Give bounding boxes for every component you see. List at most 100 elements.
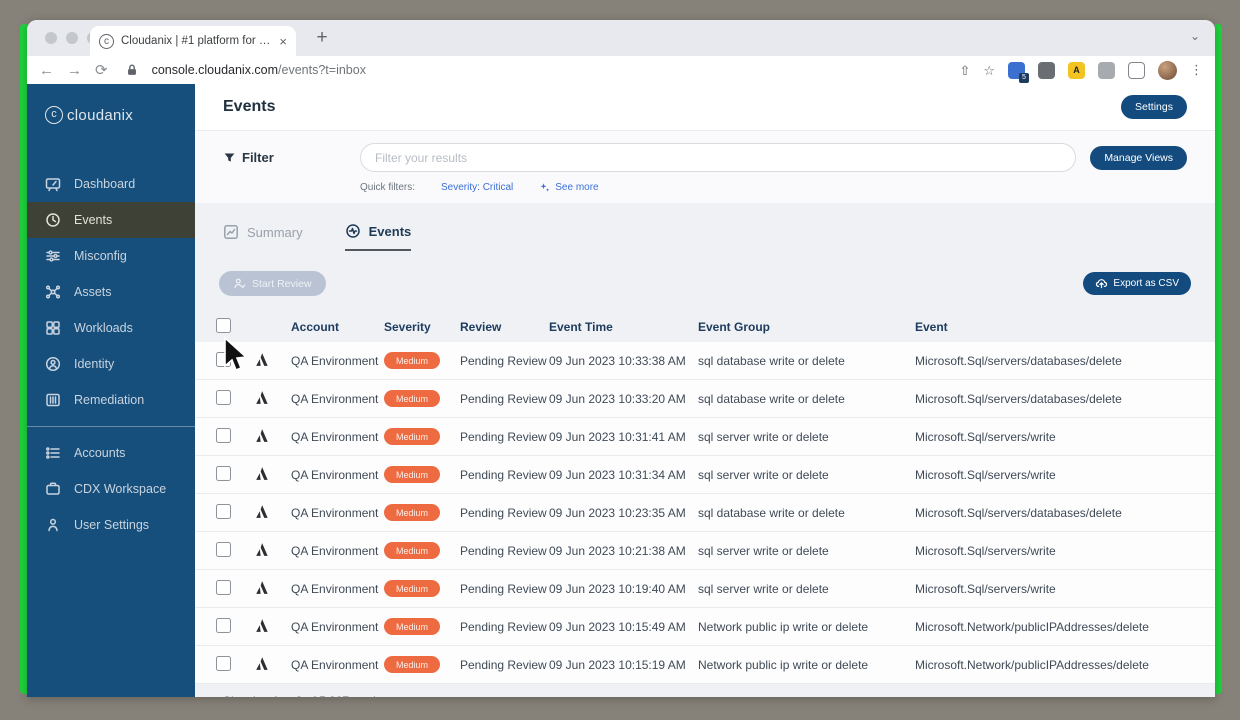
tab-events[interactable]: Events: [344, 223, 412, 251]
sidebar-item-label: Dashboard: [74, 177, 136, 191]
window-close-button[interactable]: [45, 32, 57, 44]
azure-provider-icon: [253, 389, 270, 406]
azure-provider-icon: [253, 655, 270, 672]
extension-icon-dark[interactable]: [1038, 61, 1055, 79]
sidebar-item-cdx-workspace[interactable]: CDX Workspace: [27, 471, 195, 507]
table-row[interactable]: QA Environment Medium Pending Review 09 …: [195, 456, 1215, 494]
extension-icon-yellow[interactable]: A: [1068, 61, 1085, 79]
browser-tab[interactable]: c Cloudanix | #1 platform for Dev ×: [90, 26, 296, 56]
sidebar-item-dashboard[interactable]: Dashboard: [27, 166, 195, 202]
row-checkbox[interactable]: [216, 389, 231, 405]
dashboard-icon: [45, 176, 61, 192]
workloads-icon: [45, 320, 61, 336]
sidebar-item-label: Events: [74, 213, 113, 227]
table-row[interactable]: QA Environment Medium Pending Review 09 …: [195, 418, 1215, 456]
sidebar-item-misconfig[interactable]: Misconfig: [27, 238, 195, 274]
cell-event-group: Network public ip write or delete: [698, 619, 869, 634]
sidebar-item-label: Workloads: [74, 321, 133, 335]
table-row[interactable]: QA Environment Medium Pending Review 09 …: [195, 380, 1215, 418]
filter-input[interactable]: [360, 143, 1077, 172]
cloudanix-logo: c cloudanix: [27, 84, 195, 124]
azure-provider-icon: [253, 351, 270, 368]
cell-event-time: 09 Jun 2023 10:15:49 AM: [549, 619, 686, 634]
quick-filter-severity-critical[interactable]: Severity: Critical: [441, 182, 513, 193]
sidebar-item-remediation[interactable]: Remediation: [27, 382, 195, 418]
cell-event-time: 09 Jun 2023 10:33:38 AM: [549, 353, 686, 368]
sidebar-item-accounts[interactable]: Accounts: [27, 435, 195, 471]
cell-event-time: 09 Jun 2023 10:15:19 AM: [549, 657, 686, 672]
events-pulse-icon: [345, 223, 361, 239]
sparkle-icon: [539, 181, 551, 193]
side-panel-icon[interactable]: [1128, 61, 1145, 79]
table-row[interactable]: QA Environment Medium Pending Review 09 …: [195, 570, 1215, 608]
cell-event: Microsoft.Sql/servers/databases/delete: [915, 391, 1122, 406]
cell-review: Pending Review: [460, 657, 547, 672]
extension-icon-gray[interactable]: [1098, 61, 1115, 79]
url-path: /events?t=inbox: [278, 63, 366, 77]
table-row[interactable]: QA Environment Medium Pending Review 09 …: [195, 532, 1215, 570]
row-checkbox[interactable]: [216, 351, 231, 367]
manage-views-button[interactable]: Manage Views: [1090, 145, 1187, 170]
tab-summary[interactable]: Summary: [223, 223, 303, 251]
usersettings-icon: [45, 517, 61, 533]
column-header-event: Event: [915, 320, 948, 334]
filter-section: Filter Manage Views Quick filters: Sever…: [195, 130, 1215, 203]
reload-button[interactable]: ⟳: [95, 63, 108, 78]
row-checkbox[interactable]: [216, 579, 231, 595]
share-icon[interactable]: ⇧: [959, 64, 970, 77]
person-check-icon: [233, 277, 246, 290]
browser-toolbar: ← → ⟳ console.cloudanix.com/events?t=inb…: [27, 56, 1215, 84]
row-checkbox[interactable]: [216, 617, 231, 633]
cell-event-time: 09 Jun 2023 10:31:34 AM: [549, 467, 686, 482]
address-bar[interactable]: console.cloudanix.com/events?t=inbox: [152, 63, 366, 77]
sidebar-nav: Dashboard Events Misconfig Assets Worklo…: [27, 166, 195, 543]
cell-event-group: sql server write or delete: [698, 467, 829, 482]
content-area: Events Settings Filter Manage Views Quic…: [195, 84, 1215, 697]
tab-favicon-icon: c: [99, 33, 114, 49]
browser-window: c Cloudanix | #1 platform for Dev × + ⌄ …: [27, 20, 1215, 697]
sidebar-item-label: Assets: [74, 285, 112, 299]
sidebar-item-events[interactable]: Events: [27, 202, 195, 238]
window-minimize-button[interactable]: [66, 32, 78, 44]
cell-review: Pending Review: [460, 429, 547, 444]
table-row[interactable]: QA Environment Medium Pending Review 09 …: [195, 646, 1215, 684]
row-checkbox[interactable]: [216, 541, 231, 557]
cell-event: Microsoft.Network/publicIPAddresses/dele…: [915, 657, 1149, 672]
profile-avatar[interactable]: [1158, 60, 1177, 80]
sidebar-item-assets[interactable]: Assets: [27, 274, 195, 310]
bookmark-star-icon[interactable]: ☆: [983, 64, 995, 77]
sidebar-item-workloads[interactable]: Workloads: [27, 310, 195, 346]
back-button[interactable]: ←: [39, 63, 54, 78]
severity-badge: Medium: [384, 504, 441, 521]
remediation-icon: [45, 392, 61, 408]
sidebar-item-identity[interactable]: Identity: [27, 346, 195, 382]
cell-event-group: sql database write or delete: [698, 505, 845, 520]
forward-button[interactable]: →: [67, 63, 82, 78]
row-checkbox[interactable]: [216, 427, 231, 443]
export-csv-button[interactable]: Export as CSV: [1083, 272, 1191, 295]
row-checkbox[interactable]: [216, 655, 231, 671]
start-review-button[interactable]: Start Review: [219, 271, 326, 296]
azure-provider-icon: [253, 617, 270, 634]
cell-event-time: 09 Jun 2023 10:31:41 AM: [549, 429, 686, 444]
row-checkbox[interactable]: [216, 503, 231, 519]
select-all-checkbox[interactable]: [216, 318, 231, 333]
tab-close-icon[interactable]: ×: [279, 34, 287, 49]
table-row[interactable]: QA Environment Medium Pending Review 09 …: [195, 342, 1215, 380]
new-tab-button[interactable]: +: [309, 25, 335, 51]
sidebar: c cloudanix Dashboard Events Misconfig A…: [27, 84, 195, 697]
password-extension-icon[interactable]: 5: [1008, 61, 1029, 83]
severity-badge: Medium: [384, 352, 441, 369]
table-row[interactable]: QA Environment Medium Pending Review 09 …: [195, 608, 1215, 646]
browser-menu-icon[interactable]: ⋮: [1190, 62, 1203, 78]
row-checkbox[interactable]: [216, 465, 231, 481]
table-row[interactable]: QA Environment Medium Pending Review 09 …: [195, 494, 1215, 532]
quick-filter-see-more[interactable]: See more: [539, 181, 599, 193]
tab-list-chevron-icon[interactable]: ⌄: [1190, 29, 1200, 43]
settings-button[interactable]: Settings: [1121, 95, 1187, 119]
table-body: QA Environment Medium Pending Review 09 …: [195, 342, 1215, 684]
filter-label: Filter: [223, 150, 360, 165]
cell-event: Microsoft.Network/publicIPAddresses/dele…: [915, 619, 1149, 634]
sidebar-item-user-settings[interactable]: User Settings: [27, 507, 195, 543]
cell-event-time: 09 Jun 2023 10:21:38 AM: [549, 543, 686, 558]
